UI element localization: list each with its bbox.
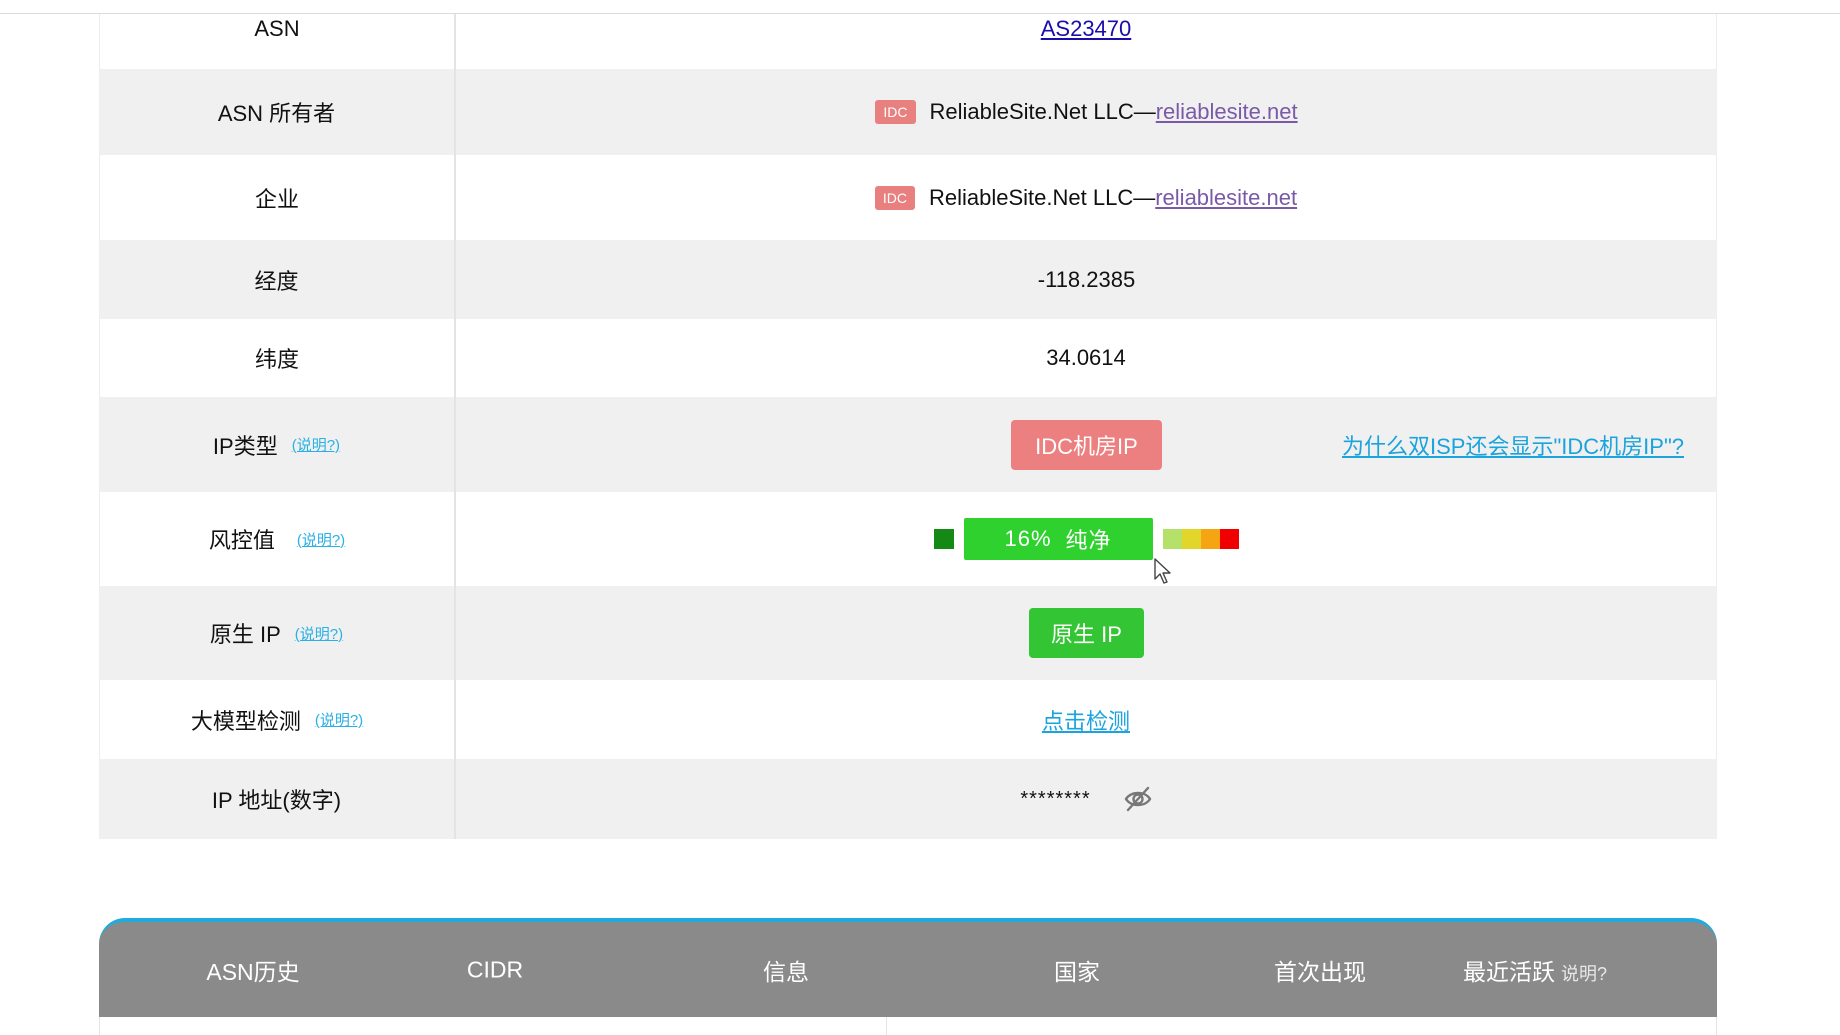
risk-meter: 16% 纯净 <box>933 518 1239 560</box>
latitude-value: 34.0614 <box>456 319 1717 397</box>
native-ip-help-link[interactable]: (说明?) <box>295 623 343 644</box>
row-risk-score: 风控值 (说明?) 16% 纯净 <box>99 492 1717 586</box>
row-ip-numeric: IP 地址(数字) ******** <box>99 759 1717 839</box>
risk-level-marker <box>933 529 954 549</box>
asn-owner-label: ASN 所有者 <box>99 69 456 155</box>
latitude-label: 纬度 <box>99 319 456 397</box>
mouse-cursor-icon <box>1154 558 1171 584</box>
ip-type-help-link[interactable]: (说明?) <box>292 434 340 455</box>
row-enterprise: 企业 IDC ReliableSite.Net LLC— reliablesit… <box>99 155 1717 240</box>
row-llm-detect: 大模型检测 (说明?) 点击检测 <box>99 680 1717 759</box>
risk-scale-segment <box>1162 529 1182 549</box>
click-detect-link[interactable]: 点击检测 <box>1042 704 1130 736</box>
idc-badge: IDC <box>875 100 916 124</box>
llm-detect-label: 大模型检测 <box>190 708 301 734</box>
ip-numeric-masked-value: ******** <box>1020 787 1091 810</box>
last-active-label: 最近活跃 <box>1462 958 1555 985</box>
ip-info-table: ASN AS23470 ASN 所有者 IDC ReliableSite.Net… <box>99 14 1717 839</box>
ip-type-badge: IDC机房IP <box>1011 419 1162 470</box>
enterprise-domain-link[interactable]: reliablesite.net <box>1155 185 1297 211</box>
ip-type-label: IP类型 <box>212 433 278 459</box>
last-active-help[interactable]: 说明? <box>1561 964 1607 984</box>
asn-history-header: ASN历史 CIDR 信息 国家 首次出现 最近活跃 说明? <box>99 918 1717 1017</box>
longitude-label: 经度 <box>99 240 456 319</box>
risk-color-scale <box>1162 529 1239 549</box>
risk-scale-segment <box>1200 529 1220 549</box>
row-asn-owner: ASN 所有者 IDC ReliableSite.Net LLC— reliab… <box>99 69 1717 155</box>
asn-history-column-header[interactable]: ASN历史 <box>206 953 299 987</box>
enterprise-name: ReliableSite.Net LLC— <box>929 184 1156 210</box>
risk-score-badge: 16% 纯净 <box>963 518 1153 560</box>
longitude-value: -118.2385 <box>1037 266 1136 292</box>
risk-percent: 16% <box>1004 526 1052 551</box>
risk-scale-segment <box>1181 529 1201 549</box>
row-latitude: 纬度 34.0614 <box>99 319 1717 397</box>
dual-isp-explain-link[interactable]: 为什么双ISP还会显示"IDC机房IP"? <box>1342 429 1684 461</box>
row-native-ip: 原生 IP (说明?) 原生 IP <box>99 586 1717 680</box>
native-ip-badge: 原生 IP <box>1029 608 1144 658</box>
asn-label: ASN <box>99 14 456 69</box>
ip-numeric-label: IP 地址(数字) <box>99 759 456 839</box>
llm-detect-help-link[interactable]: (说明?) <box>315 709 363 730</box>
eye-slash-icon[interactable] <box>1123 784 1153 814</box>
asn-link[interactable]: AS23470 <box>1041 16 1132 42</box>
asn-owner-name: ReliableSite.Net LLC— <box>929 99 1156 124</box>
cidr-column-header[interactable]: CIDR <box>467 956 523 983</box>
table-border-mid <box>886 1017 887 1035</box>
first-seen-column-header[interactable]: 首次出现 <box>1274 953 1366 987</box>
risk-label: 风控值 <box>208 528 275 553</box>
risk-scale-segment <box>1219 529 1239 549</box>
info-column-header[interactable]: 信息 <box>763 953 809 987</box>
native-ip-label: 原生 IP <box>209 622 281 647</box>
last-active-column-header[interactable]: 最近活跃 说明? <box>1463 953 1607 987</box>
idc-badge: IDC <box>874 185 915 210</box>
enterprise-label: 企业 <box>99 155 456 240</box>
asn-owner-domain-link[interactable]: reliablesite.net <box>1156 99 1298 125</box>
table-border-right <box>1716 1017 1717 1035</box>
risk-help-link[interactable]: (说明?) <box>297 529 345 550</box>
row-ip-type: IP类型 (说明?) IDC机房IP 为什么双ISP还会显示"IDC机房IP"? <box>99 397 1717 492</box>
country-column-header[interactable]: 国家 <box>1054 953 1100 987</box>
row-asn: ASN AS23470 <box>99 14 1717 69</box>
row-longitude: 经度 -118.2385 <box>99 240 1717 319</box>
risk-status: 纯净 <box>1065 528 1112 553</box>
table-border-left <box>99 1017 100 1035</box>
